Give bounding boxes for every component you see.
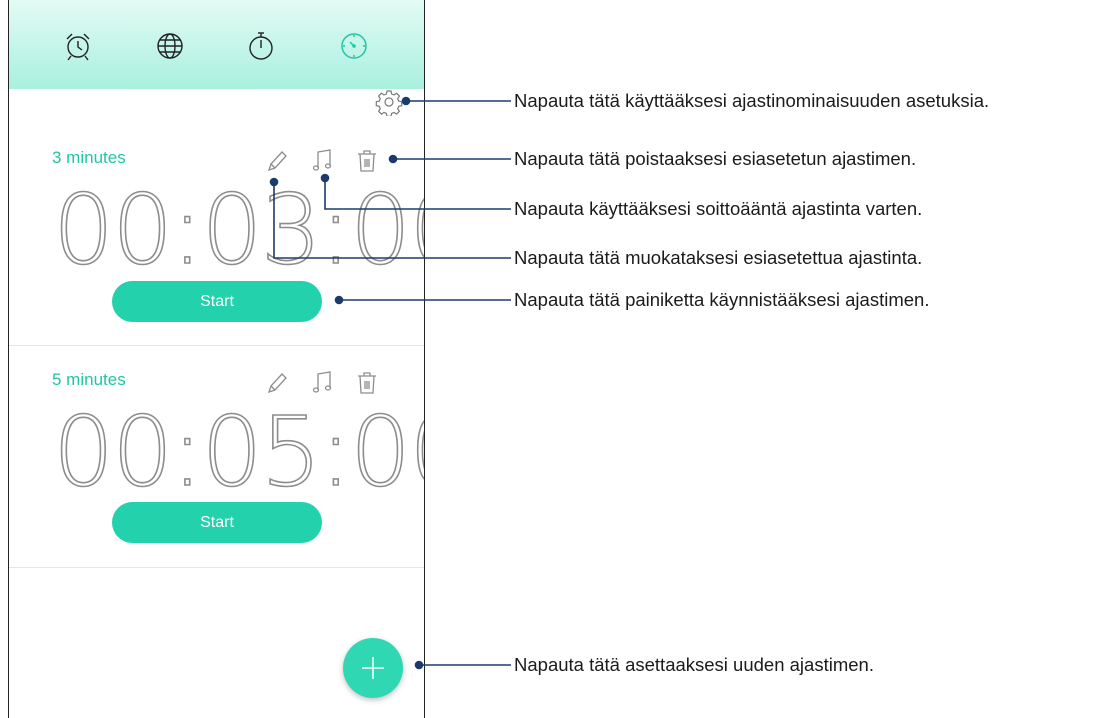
timer-card-2: 5 minutes 00:05:00 Start (9, 352, 424, 567)
callout-delete: Napauta tätä poistaaksesi esiasetetun aj… (514, 148, 917, 169)
settings-button[interactable] (375, 88, 403, 117)
start-button[interactable]: Start (112, 281, 322, 322)
start-button[interactable]: Start (112, 502, 322, 543)
trash-icon (358, 150, 376, 172)
tab-world-clock[interactable] (150, 26, 190, 66)
timer-app-screen: 3 minutes 00:03:00 Start 5 minutes 00:05… (8, 0, 425, 718)
tab-stopwatch[interactable] (241, 26, 281, 66)
divider (9, 345, 424, 346)
callout-ringtone: Napauta käyttääksesi soittoääntä ajastin… (514, 198, 923, 219)
divider (9, 567, 424, 568)
tab-timer[interactable] (334, 26, 374, 66)
ringtone-button[interactable] (311, 370, 335, 396)
pencil-icon (267, 151, 287, 172)
ringtone-button[interactable] (311, 148, 335, 174)
timer-title[interactable]: 5 minutes (52, 370, 126, 390)
timer-display: 00:03:00 (52, 174, 424, 286)
trash-icon (358, 372, 376, 394)
callout-start: Napauta tätä painiketta käynnistääksesi … (514, 289, 930, 310)
edit-button[interactable] (265, 148, 289, 174)
delete-button[interactable] (355, 148, 379, 174)
timer-icon (341, 33, 367, 59)
delete-button[interactable] (355, 370, 379, 396)
pencil-icon (267, 373, 287, 394)
tab-alarm[interactable] (58, 26, 98, 66)
music-note-icon (312, 371, 332, 393)
add-timer-button[interactable] (343, 638, 403, 698)
timer-title[interactable]: 3 minutes (52, 148, 126, 168)
tab-bar (9, 0, 424, 89)
music-note-icon (312, 149, 332, 171)
gear-icon (375, 90, 403, 117)
callout-add: Napauta tätä asettaaksesi uuden ajastime… (514, 654, 874, 675)
edit-button[interactable] (265, 370, 289, 396)
callout-edit: Napauta tätä muokataksesi esiasetettua a… (514, 247, 923, 268)
alarm-clock-icon (66, 33, 90, 61)
plus-icon (362, 657, 384, 679)
stopwatch-icon (249, 32, 273, 60)
timer-card-1: 3 minutes 00:03:00 Start (9, 130, 424, 345)
timer-display: 00:05:00 (52, 396, 424, 508)
world-clock-icon (157, 33, 183, 59)
callout-settings: Napauta tätä käyttääksesi ajastinominais… (514, 90, 990, 111)
